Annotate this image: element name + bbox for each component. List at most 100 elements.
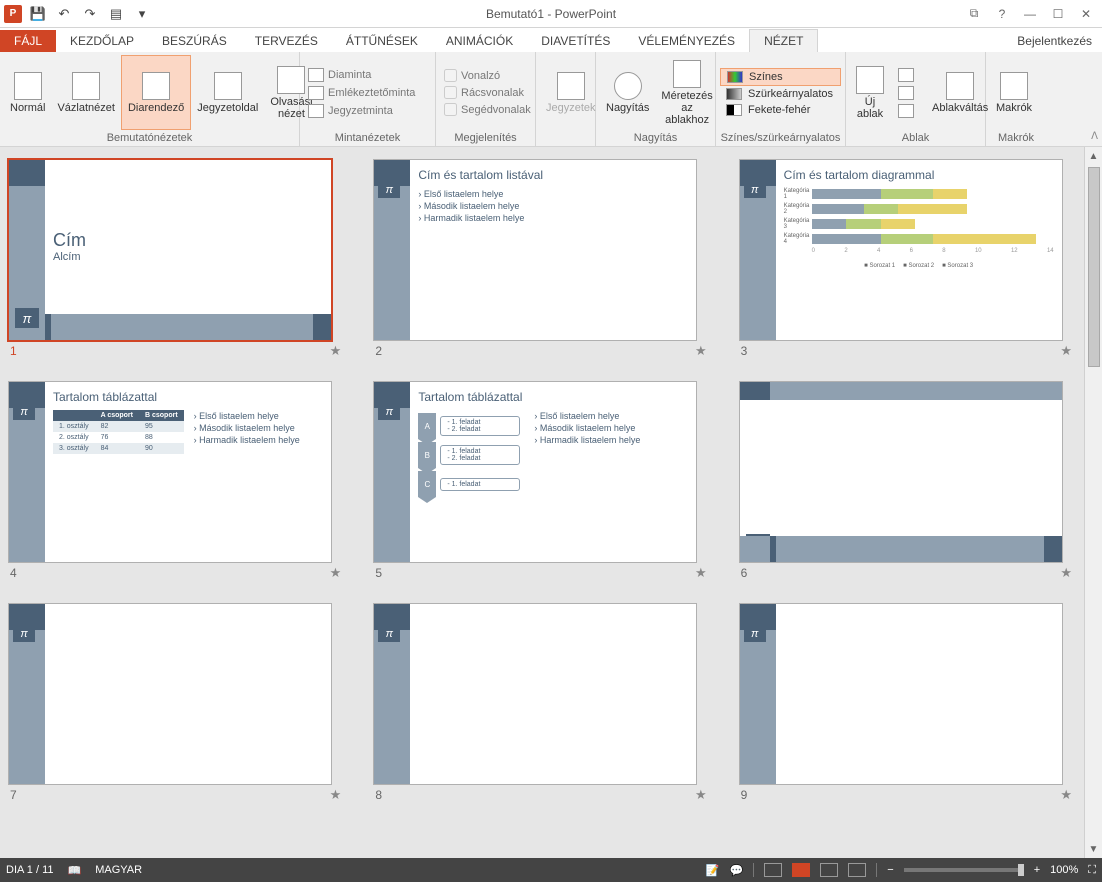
slide-number: 5 (375, 566, 382, 580)
slide-thumbnail-3[interactable]: π Cím és tartalom diagrammalKategória 1K… (739, 159, 1063, 341)
reading-view-icon[interactable] (820, 863, 838, 877)
group-show: Megjelenítés (440, 130, 531, 146)
tab-view[interactable]: NÉZET (749, 29, 818, 52)
sorter-view-icon[interactable] (792, 863, 810, 877)
comments-toggle[interactable]: 💬 (730, 864, 744, 877)
slide-thumbnail-7[interactable]: π (8, 603, 332, 785)
qat-start-slideshow[interactable]: ▤ (106, 4, 126, 24)
tab-insert[interactable]: BESZÚRÁS (148, 30, 241, 52)
view-outline-button[interactable]: Vázlatnézet (51, 55, 120, 130)
arrange-all-button[interactable] (894, 66, 922, 84)
tab-animations[interactable]: ANIMÁCIÓK (432, 30, 527, 52)
slide-number: 9 (741, 788, 748, 802)
handout-master-button[interactable]: Emlékeztetőminta (304, 84, 431, 102)
qat-redo[interactable]: ↷ (80, 4, 100, 24)
group-zoom: Nagyítás (600, 130, 711, 146)
slide-thumbnail-6[interactable]: π (739, 381, 1063, 563)
slide-number: 4 (10, 566, 17, 580)
window-close[interactable]: ✕ (1074, 4, 1098, 24)
tab-home[interactable]: KEZDŐLAP (56, 30, 148, 52)
fit-slide-icon[interactable]: ⛶ (1088, 864, 1096, 877)
tab-slideshow[interactable]: DIAVETÍTÉS (527, 30, 624, 52)
scroll-up-icon[interactable]: ▲ (1085, 147, 1102, 165)
view-normal-button[interactable]: Normál (4, 55, 51, 130)
app-icon: P (4, 5, 22, 23)
slide-thumbnail-8[interactable]: π (373, 603, 697, 785)
transition-star-icon: ★ (330, 343, 342, 359)
ribbon: Normál Vázlatnézet Diarendező Jegyzetold… (0, 52, 1102, 147)
qat-save[interactable]: 💾 (28, 4, 48, 24)
notes-button: Jegyzetek (540, 55, 602, 130)
notes-master-button[interactable]: Jegyzetminta (304, 102, 431, 120)
language-indicator[interactable]: MAGYAR (95, 864, 142, 876)
group-notes (540, 130, 591, 146)
slide-thumbnail-2[interactable]: π Cím és tartalom listávalElső listaelem… (373, 159, 697, 341)
view-slidesorter-button[interactable]: Diarendező (121, 55, 191, 130)
slide-number: 8 (375, 788, 382, 802)
slide-thumbnail-1[interactable]: π CímAlcím (8, 159, 332, 341)
tab-review[interactable]: VÉLEMÉNYEZÉS (624, 30, 749, 52)
window-title: Bemutató1 - PowerPoint (486, 7, 616, 21)
new-window-button[interactable]: Új ablak (850, 55, 890, 130)
window-maximize[interactable]: ☐ (1046, 4, 1070, 24)
tab-transitions[interactable]: ÁTTŰNÉSEK (332, 30, 432, 52)
grayscale-view-button[interactable]: Szürkeárnyalatos (720, 86, 841, 102)
workspace: π CímAlcím1★π Cím és tartalom listávalEl… (0, 147, 1102, 858)
tab-design[interactable]: TERVEZÉS (241, 30, 332, 52)
slideshow-view-icon[interactable] (848, 863, 866, 877)
switch-windows-button[interactable]: Ablakváltás (926, 55, 994, 130)
qat-undo[interactable]: ↶ (54, 4, 74, 24)
gridlines-checkbox[interactable]: Rácsvonalak (440, 84, 531, 101)
transition-star-icon: ★ (330, 787, 342, 803)
spellcheck-icon[interactable]: 📖 (68, 864, 82, 877)
slide-number: 2 (375, 344, 382, 358)
zoom-slider[interactable] (904, 868, 1024, 872)
move-split-button[interactable] (894, 102, 922, 120)
slide-master-button[interactable]: Diaminta (304, 66, 431, 84)
scroll-thumb[interactable] (1088, 167, 1100, 367)
collapse-ribbon-button[interactable]: ᐱ (1091, 131, 1098, 142)
transition-star-icon: ★ (330, 565, 342, 581)
slide-counter: DIA 1 / 11 (6, 864, 54, 876)
group-window: Ablak (850, 130, 981, 146)
transition-star-icon: ★ (695, 343, 707, 359)
slide-number: 6 (741, 566, 748, 580)
transition-star-icon: ★ (695, 787, 707, 803)
transition-star-icon: ★ (1060, 565, 1072, 581)
zoom-button[interactable]: Nagyítás (600, 55, 655, 130)
group-macros: Makrók (990, 130, 1042, 146)
ruler-checkbox[interactable]: Vonalzó (440, 67, 531, 84)
vertical-scrollbar[interactable]: ▲ ▼ (1084, 147, 1102, 858)
scroll-down-icon[interactable]: ▼ (1085, 840, 1102, 858)
normal-view-icon[interactable] (764, 863, 782, 877)
transition-star-icon: ★ (695, 565, 707, 581)
bw-view-button[interactable]: Fekete-fehér (720, 102, 841, 118)
group-presentation-views: Bemutatónézetek (4, 130, 295, 146)
cascade-button[interactable] (894, 84, 922, 102)
color-view-button[interactable]: Színes (720, 68, 841, 86)
ribbon-display-options[interactable]: ⧉ (962, 4, 986, 24)
macros-button[interactable]: Makrók (990, 55, 1038, 130)
slide-thumbnail-4[interactable]: π Tartalom táblázattal A csoportB csopor… (8, 381, 332, 563)
tab-file[interactable]: FÁJL (0, 30, 56, 52)
zoom-out-button[interactable]: − (887, 864, 893, 876)
qat-customize[interactable]: ▾ (132, 4, 152, 24)
slide-number: 3 (741, 344, 748, 358)
help-icon[interactable]: ? (990, 4, 1014, 24)
slide-thumbnail-5[interactable]: π Tartalom táblázattal A- 1. feladat- 2.… (373, 381, 697, 563)
sign-in-link[interactable]: Bejelentkezés (1007, 30, 1102, 52)
fit-to-window-button[interactable]: Méretezés az ablakhoz (655, 55, 718, 130)
slide-sorter-area[interactable]: π CímAlcím1★π Cím és tartalom listávalEl… (0, 147, 1084, 858)
transition-star-icon: ★ (1060, 787, 1072, 803)
zoom-level[interactable]: 100% (1050, 864, 1078, 876)
slide-thumbnail-9[interactable]: π (739, 603, 1063, 785)
guides-checkbox[interactable]: Segédvonalak (440, 101, 531, 118)
view-notespage-button[interactable]: Jegyzetoldal (191, 55, 264, 130)
notes-toggle[interactable]: 📝 (706, 864, 720, 877)
ribbon-tabs: FÁJL KEZDŐLAP BESZÚRÁS TERVEZÉS ÁTTŰNÉSE… (0, 28, 1102, 52)
zoom-in-button[interactable]: + (1034, 864, 1040, 876)
slide-number: 7 (10, 788, 17, 802)
window-minimize[interactable]: — (1018, 4, 1042, 24)
group-master-views: Mintanézetek (304, 130, 431, 146)
title-bar: P 💾 ↶ ↷ ▤ ▾ Bemutató1 - PowerPoint ⧉ ? —… (0, 0, 1102, 28)
